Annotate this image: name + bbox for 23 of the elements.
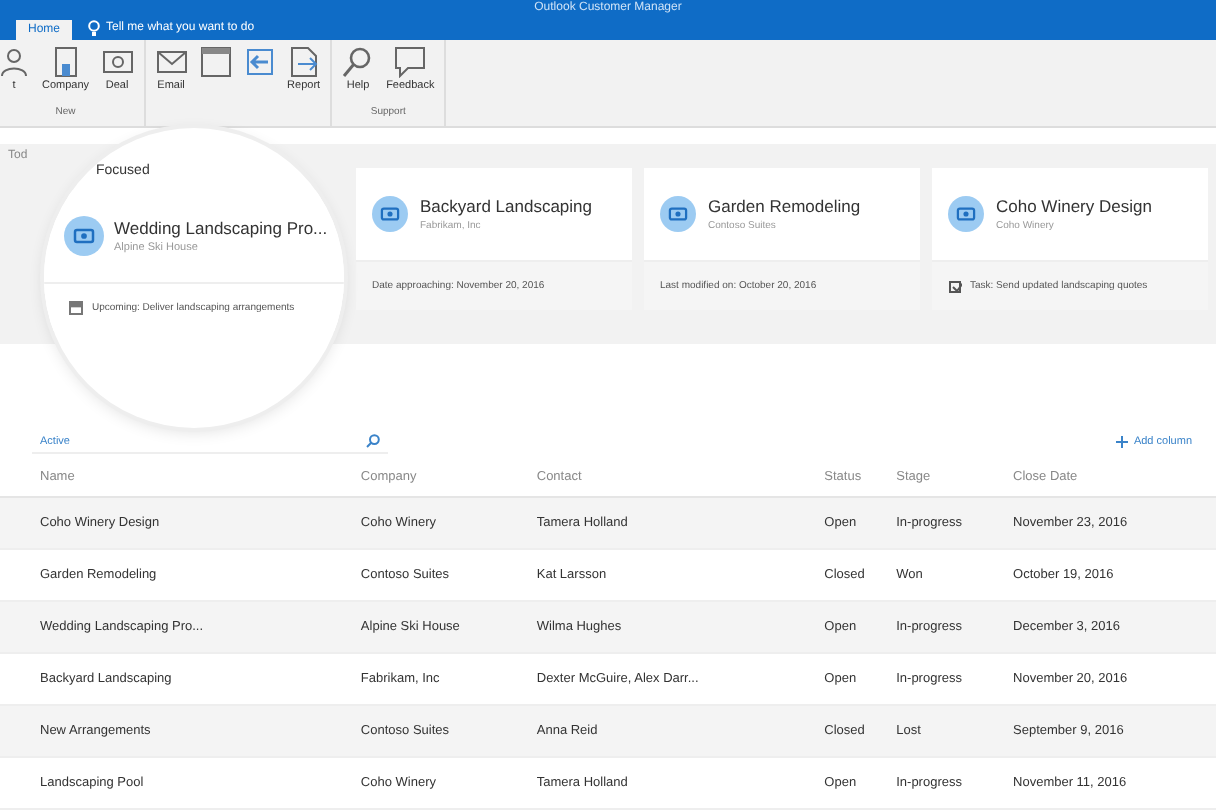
person-icon	[0, 46, 30, 78]
deal-name: Garden Remodeling	[708, 196, 861, 216]
ribbon-icon-button[interactable]	[241, 46, 278, 78]
ribbon-icon-button[interactable]	[197, 46, 234, 78]
deal-name: Wedding Landscaping Pro...	[114, 218, 328, 238]
speech-bubble-icon	[394, 46, 427, 78]
lightbulb-icon	[88, 20, 101, 36]
document-icon	[287, 46, 320, 78]
deal-name: Backyard Landscaping	[420, 196, 593, 216]
deal-icon	[64, 216, 104, 256]
money-icon	[101, 46, 134, 78]
magnifier-icon	[342, 46, 375, 78]
deal-icon	[948, 196, 984, 232]
calendar-icon	[199, 46, 232, 78]
search-icon	[366, 434, 380, 448]
building-icon	[49, 46, 82, 78]
plus-icon	[1115, 436, 1128, 448]
deal-icon	[372, 196, 408, 232]
calendar-icon	[68, 300, 84, 316]
checkbox-icon	[948, 279, 962, 293]
deal-name: Coho Winery Design	[996, 196, 1152, 216]
deal-icon	[660, 196, 696, 232]
envelope-icon	[155, 46, 188, 78]
